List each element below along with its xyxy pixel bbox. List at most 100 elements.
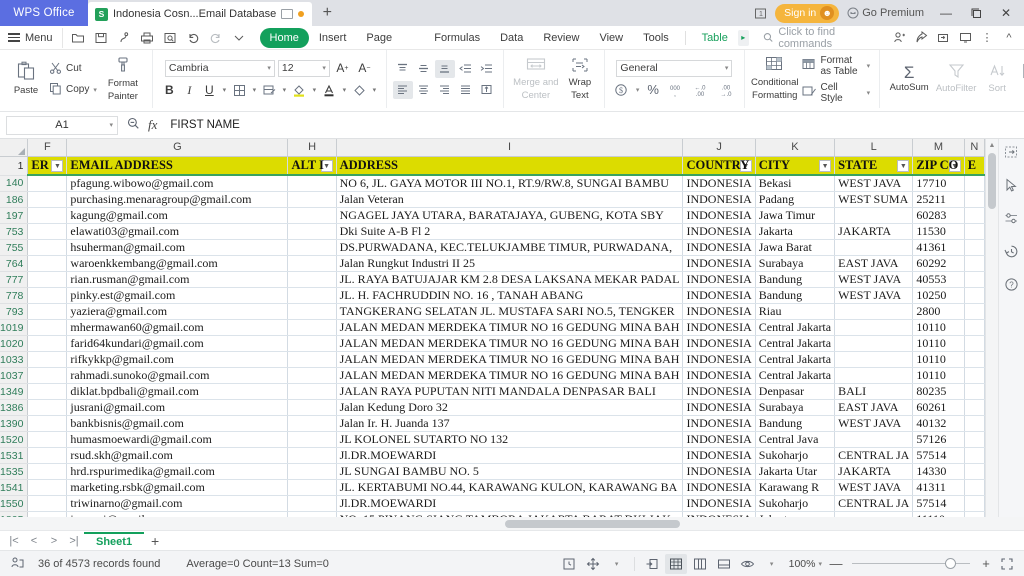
table-cell[interactable] (964, 303, 985, 320)
chevron-down-icon[interactable]: ▾ (93, 86, 97, 94)
filter-dropdown-icon[interactable]: ▼ (320, 159, 333, 172)
table-row[interactable]: 1019 mhermawan60@gmail.com JALAN MEDAN MER… (0, 319, 985, 336)
table-cell[interactable]: pfagung.wibowo@gmail.com (66, 175, 289, 192)
export-view-icon[interactable] (641, 554, 663, 574)
table-cell[interactable]: waroenkkembang@gmail.com (66, 255, 289, 272)
filter-dropdown-icon[interactable]: ▼ (948, 159, 961, 172)
column-header-n[interactable]: N (964, 139, 985, 157)
table-cell[interactable]: marketing.rsbk@gmail.com (66, 479, 289, 496)
table-cell[interactable] (27, 463, 68, 480)
table-cell[interactable] (964, 223, 985, 240)
chevron-right-icon[interactable]: ▸ (737, 29, 749, 46)
worksheet[interactable]: F G H I J K L M N 1 ▼ ER EMAIL ADDRESS ▼ ALT I ADDRESS ▼… (0, 139, 985, 517)
table-cell[interactable]: INDONESIA (682, 495, 756, 512)
row-header[interactable]: 764 (0, 255, 29, 272)
column-header-f[interactable]: F (27, 139, 68, 157)
format-as-table-button[interactable]: Format as Table ▾ (799, 54, 874, 78)
table-cell[interactable] (27, 303, 68, 320)
table-cell[interactable]: JL. KERTABUMI NO.44, KARAWANG KULON, KAR… (336, 479, 684, 496)
first-sheet-button[interactable]: |< (4, 532, 24, 550)
vertical-scrollbar[interactable]: ▲ (985, 139, 998, 517)
wrap-text-button[interactable]: Wrap Text (562, 57, 598, 102)
filter-dropdown-icon[interactable]: ▼ (819, 159, 832, 172)
table-cell[interactable] (964, 351, 985, 368)
chevron-down-icon[interactable]: ▾ (370, 81, 379, 99)
row-header[interactable]: 1805 (0, 511, 29, 517)
chevron-down-icon[interactable]: ▾ (633, 81, 643, 99)
table-cell[interactable] (834, 239, 914, 256)
wrap-panel-icon[interactable] (1002, 142, 1022, 162)
fill-color-button[interactable] (290, 81, 309, 99)
horizontal-scroll-thumb[interactable] (505, 519, 680, 528)
row-header[interactable]: 1550 (0, 495, 29, 512)
conditional-formatting-button[interactable]: Conditional Formatting (751, 56, 799, 102)
tab-view[interactable]: View (589, 28, 633, 48)
collapse-ribbon-icon[interactable]: ^ (998, 27, 1020, 49)
table-cell[interactable] (964, 239, 985, 256)
share-user-icon[interactable] (888, 27, 910, 49)
row-header[interactable]: 186 (0, 191, 29, 208)
table-cell[interactable]: Jl.DR.MOEWARDI (336, 447, 684, 464)
table-cell[interactable] (964, 287, 985, 304)
align-bottom-button[interactable] (434, 59, 455, 78)
tab-home[interactable]: Home (259, 27, 309, 48)
table-row[interactable]: 755 hsuherman@gmail.com DS.PURWADANA, KEC.… (0, 239, 985, 256)
table-cell[interactable]: Bekasi (755, 175, 836, 192)
chevron-down-icon[interactable]: ▾ (310, 81, 319, 99)
cell-info-icon[interactable] (558, 554, 580, 574)
table-row[interactable]: 1550 triwinarno@gmail.com Jl.DR.MOEWARDI IN… (0, 495, 985, 512)
table-cell[interactable]: jusrani@gmail.com (66, 399, 289, 416)
close-button[interactable]: ✕ (992, 0, 1020, 26)
table-cell[interactable]: 57126 (912, 431, 965, 448)
table-cell[interactable] (27, 255, 68, 272)
table-row[interactable]: 778 pinky.est@gmail.com JL. H. FACHRUDDIN … (0, 287, 985, 304)
table-cell[interactable]: elawati03@gmail.com (66, 223, 289, 240)
table-cell[interactable]: Jl.DR.MOEWARDI (336, 495, 684, 512)
table-cell[interactable]: Dki Suite A-B Fl 2 (336, 223, 684, 240)
tab-table[interactable]: Table (692, 28, 738, 48)
table-row[interactable]: 1386 jusrani@gmail.com Jalan Kedung Doro 3… (0, 399, 985, 416)
table-cell[interactable]: INDONESIA (682, 239, 756, 256)
table-row[interactable]: 1390 bankbisnis@gmail.com Jalan Ir. H. Jua… (0, 415, 985, 432)
table-cell[interactable]: Surabaya (755, 255, 836, 272)
table-cell[interactable] (287, 415, 337, 432)
table-cell[interactable] (964, 191, 985, 208)
chevron-down-icon[interactable]: ▾ (220, 81, 229, 99)
page-break-icon[interactable] (689, 554, 711, 574)
chevron-down-icon[interactable]: ▾ (340, 81, 349, 99)
table-cell[interactable] (834, 303, 914, 320)
table-cell[interactable] (834, 207, 914, 224)
table-cell[interactable] (287, 303, 337, 320)
table-cell[interactable] (287, 495, 337, 512)
new-tab-button[interactable]: + (312, 0, 342, 26)
table-row[interactable]: 197 kagung@gmail.com NGAGEL JAYA UTARA, BA… (0, 207, 985, 224)
table-cell[interactable]: 41311 (912, 479, 965, 496)
more-options-icon[interactable]: ⋮ (976, 27, 998, 49)
table-cell[interactable]: Central Jakarta (755, 367, 836, 384)
table-cell[interactable] (287, 511, 337, 517)
table-cell[interactable]: rifkykkp@gmail.com (66, 351, 289, 368)
table-cell[interactable]: WEST JAVA (834, 287, 914, 304)
wps-office-logo[interactable]: WPS Office (0, 0, 88, 26)
table-cell[interactable]: Sukoharjo (755, 447, 836, 464)
table-cell[interactable] (287, 191, 337, 208)
table-row[interactable]: 1037 rahmadi.sunoko@gmail.com JALAN MEDAN … (0, 367, 985, 384)
row-header[interactable]: 777 (0, 271, 29, 288)
zoom-slider[interactable] (852, 557, 970, 569)
row-header[interactable]: 197 (0, 207, 29, 224)
table-cell[interactable]: 60283 (912, 207, 965, 224)
column-header-h[interactable]: H (287, 139, 337, 157)
column-header-l[interactable]: L (834, 139, 914, 157)
table-cell[interactable]: INDONESIA (682, 255, 756, 272)
zoom-out-button[interactable]: — (828, 556, 844, 571)
table-cell[interactable] (27, 495, 68, 512)
table-cell[interactable]: 2800 (912, 303, 965, 320)
table-cell[interactable]: hsuherman@gmail.com (66, 239, 289, 256)
table-cell[interactable] (27, 287, 68, 304)
table-cell[interactable]: NO 6, JL. GAYA MOTOR III NO.1, RT.9/RW.8… (336, 175, 684, 192)
table-cell[interactable] (964, 255, 985, 272)
header-cell[interactable]: ADDRESS (336, 156, 684, 176)
format-painter-button[interactable]: Format Painter (100, 56, 146, 103)
table-cell[interactable]: 40553 (912, 271, 965, 288)
align-right-button[interactable] (435, 81, 455, 99)
